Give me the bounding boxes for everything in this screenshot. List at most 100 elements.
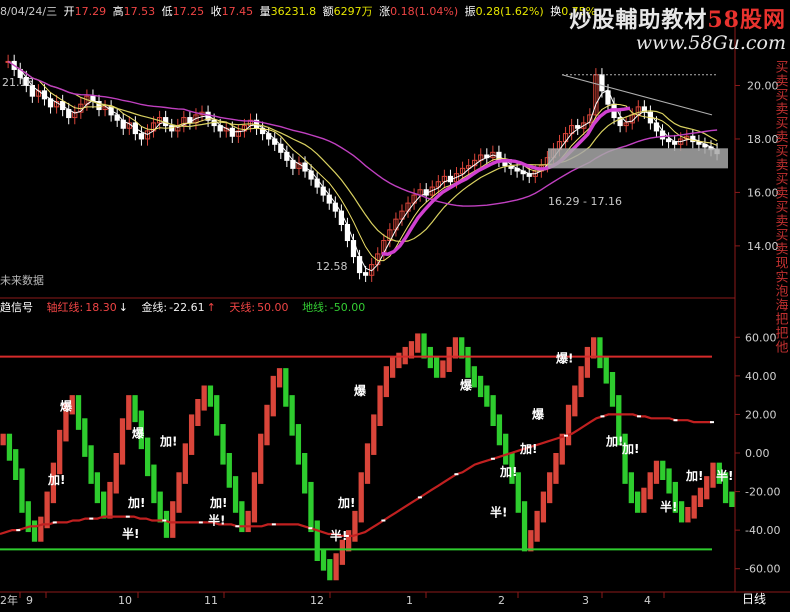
indicator-tick-label: 40.00 <box>745 370 777 383</box>
side-caption: 买卖买卖买卖买卖买卖买卖买卖现实泡海把把他 <box>773 60 789 354</box>
future-data-label: 未来数据 <box>0 273 44 287</box>
indicator-bar <box>232 476 239 513</box>
indicator-bar <box>188 414 195 455</box>
time-tick-label: 12 <box>310 594 324 607</box>
signal-marker: 爆 <box>60 399 73 414</box>
indicator-bar <box>0 433 6 446</box>
price-label-low: 12.58 <box>316 260 348 273</box>
indicator-bar <box>195 399 201 426</box>
indicator-bar <box>170 501 176 538</box>
signal-marker: 加! <box>519 441 537 456</box>
red-axis-tick <box>673 419 678 422</box>
indicator-bar <box>107 481 113 519</box>
indicator-bar <box>452 337 459 359</box>
red-axis-tick <box>417 496 422 499</box>
candle-body <box>138 133 145 140</box>
indicator-bar <box>440 360 446 378</box>
info-low: 17.25 <box>173 5 205 18</box>
time-tick-label: 11 <box>204 594 218 607</box>
frequency-label[interactable]: 日线 <box>742 592 766 606</box>
indicator-bar <box>421 333 427 359</box>
ground-line-value: -50.00 <box>330 301 365 314</box>
indicator-bar <box>678 501 685 523</box>
indicator-bar <box>446 346 452 372</box>
indicator-bar <box>6 433 13 461</box>
indicator-bar <box>82 418 88 457</box>
indicator-bar <box>176 472 182 513</box>
indicator-bar <box>584 346 591 378</box>
red-axis-tick <box>308 527 313 530</box>
indicator-bar <box>308 481 314 533</box>
red-axis-tick <box>381 519 386 522</box>
indicator-bar <box>333 553 339 581</box>
time-tick-label: 4 <box>644 594 651 607</box>
moving-average-lines <box>7 60 728 272</box>
signal-marker: 加! <box>127 495 145 510</box>
indicator-bar <box>484 385 490 407</box>
signal-marker: 加! <box>605 433 623 448</box>
indicator-bar <box>314 520 320 561</box>
signal-marker: 爆 <box>460 377 473 392</box>
red-line-value: 18.30 <box>85 301 117 314</box>
candle-body <box>332 202 338 212</box>
indicator-bar <box>214 395 220 436</box>
indicator-bar <box>377 385 383 426</box>
indicator-bar <box>553 453 559 484</box>
indicator-bar <box>270 375 276 417</box>
indicator-bar <box>503 433 509 465</box>
price-label-high: 21.16 <box>2 76 34 89</box>
signal-marker: 加! <box>621 441 639 456</box>
indicator-bar <box>144 437 151 477</box>
info-bar: 8/04/24/三 开17.29 高17.53 低17.25 收17.45 量3… <box>0 4 596 18</box>
indicator-bar <box>603 356 609 384</box>
indicator-axis: 60.0040.0020.000.00-20.00-40.00-60.00 <box>735 331 780 576</box>
indicator-bar <box>609 372 616 407</box>
indicator-bar <box>283 368 289 407</box>
signal-marker: 加! <box>685 468 703 483</box>
indicator-bar <box>157 491 163 523</box>
indicator-bar <box>389 356 396 378</box>
candlestick-series <box>5 54 720 282</box>
indicator-bar <box>660 460 666 480</box>
indicator-bar <box>597 337 603 369</box>
indicator-bar <box>433 356 440 378</box>
info-amplitude: 0.28(1.62%) <box>476 5 544 18</box>
indicator-bar <box>415 333 421 353</box>
signal-marker: 加! <box>337 495 355 510</box>
indicator-tick-label: -20.00 <box>745 486 780 499</box>
indicator-bar <box>704 476 710 500</box>
indicator-bar <box>94 472 101 504</box>
indicator-bar <box>697 487 704 507</box>
indicator-bar <box>572 385 578 417</box>
candle-body <box>363 272 369 276</box>
indicator-tick-label: 20.00 <box>745 408 777 421</box>
indicator-bar <box>465 346 471 378</box>
resistance-line <box>561 74 713 116</box>
signal-marker: 半! <box>716 468 733 483</box>
red-axis-tick <box>52 521 57 524</box>
red-axis-tick <box>636 415 641 418</box>
candle-body <box>344 223 351 242</box>
indicator-bar <box>38 516 44 542</box>
indicator-name: 趋信号 <box>0 301 33 314</box>
red-axis-tick <box>600 415 605 418</box>
time-tick-label: 10 <box>118 594 132 607</box>
red-axis-tick <box>271 523 276 526</box>
watermark: 炒股輔助教材58股网 www.58Gu.com <box>569 7 786 54</box>
indicator-bar <box>591 337 597 359</box>
indicator-bar <box>57 429 63 475</box>
signal-marker: 加! <box>47 472 65 487</box>
indicator-bar <box>358 472 364 523</box>
indicator-bar <box>540 491 547 523</box>
indicator-bar <box>634 491 641 513</box>
red-axis-tick <box>454 473 459 476</box>
indicator-bar <box>396 352 402 369</box>
indicator-bar <box>628 472 634 504</box>
indicator-bar <box>339 539 346 565</box>
indicator-bar <box>113 453 119 494</box>
time-tick-label: 9 <box>26 594 33 607</box>
indicator-bar <box>151 464 157 504</box>
indicator-bar <box>207 385 214 407</box>
indicator-bar <box>19 468 25 513</box>
indicator-bar <box>258 433 264 484</box>
